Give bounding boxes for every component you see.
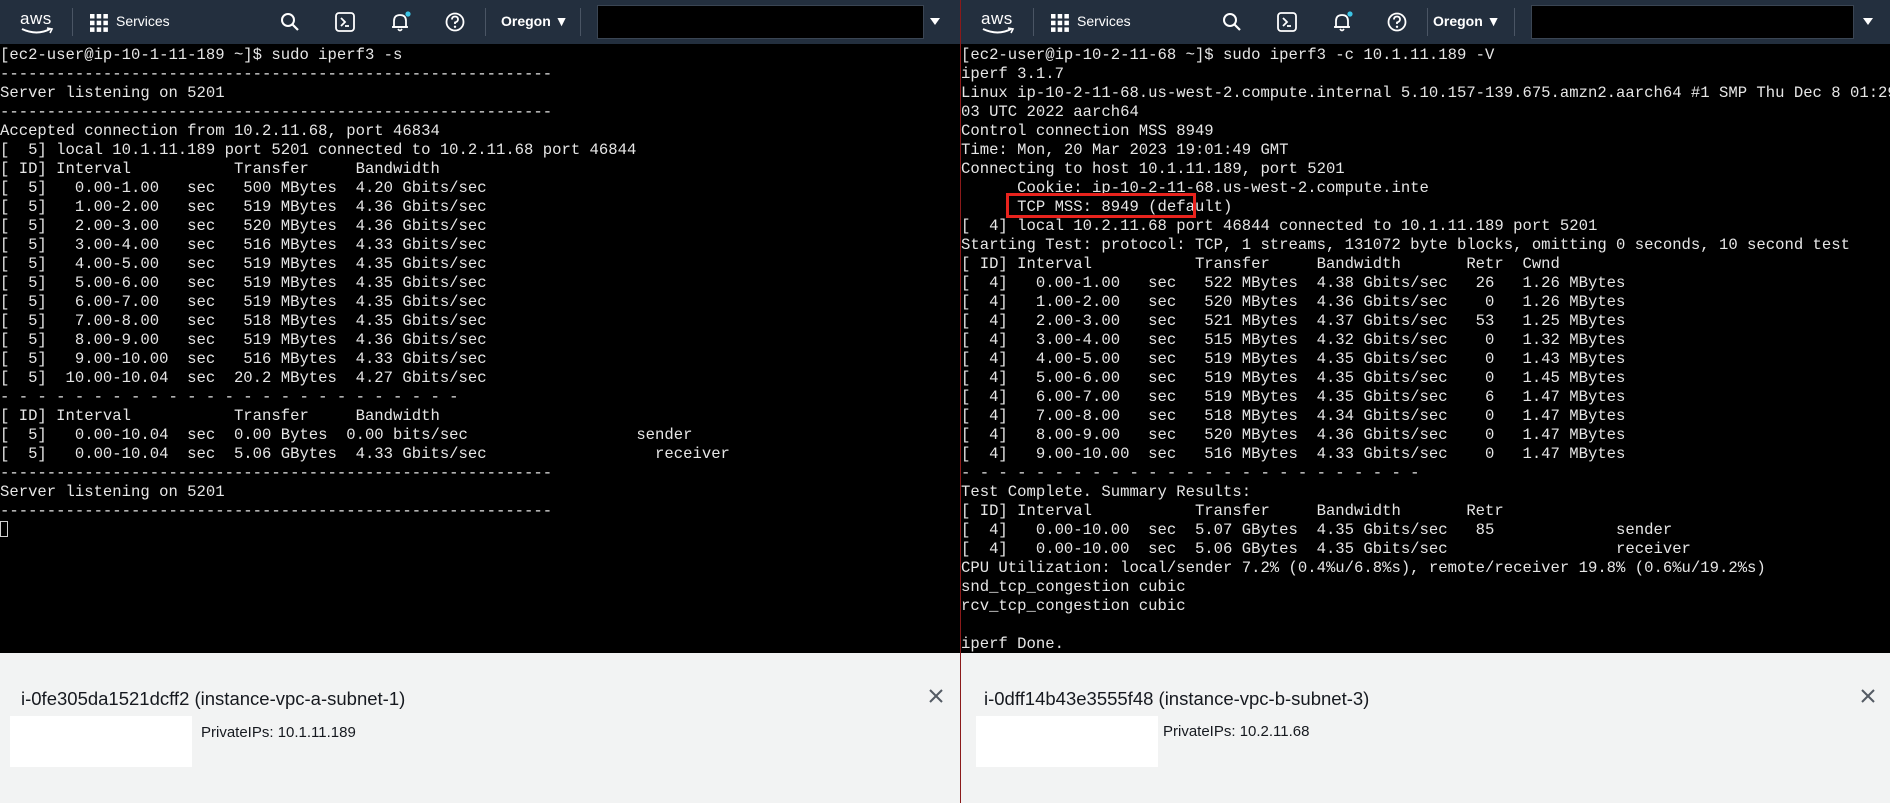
header-separator: [1427, 8, 1428, 36]
help-icon[interactable]: [1386, 11, 1408, 33]
header-separator: [1514, 8, 1515, 36]
header-separator: [1033, 8, 1034, 36]
aws-smile-icon: [21, 27, 54, 34]
terminal-output: [ec2-user@ip-10-2-11-68 ~]$ sudo iperf3 …: [961, 46, 1890, 653]
account-menu-box[interactable]: [1531, 5, 1854, 39]
cloudshell-icon[interactable]: [334, 11, 356, 33]
caret-down-icon[interactable]: [928, 14, 942, 28]
terminal-screen[interactable]: [ec2-user@ip-10-1-11-189 ~]$ sudo iperf3…: [0, 44, 961, 653]
instance-info-panel: i-0dff14b43e3555f48 (instance-vpc-b-subn…: [961, 653, 1890, 803]
instance-info-panel: i-0fe305da1521dcff2 (instance-vpc-a-subn…: [0, 653, 961, 803]
right-console-pane: aws Services Oregon ▼ [ec2-user@ip-10-2-…: [961, 0, 1890, 803]
aws-logo[interactable]: aws: [18, 8, 58, 36]
instance-title: i-0dff14b43e3555f48 (instance-vpc-b-subn…: [984, 688, 1370, 709]
close-icon[interactable]: [925, 685, 947, 707]
region-selector[interactable]: Oregon ▼: [1433, 13, 1501, 29]
private-ips-label: PrivateIPs: 10.2.11.68: [1163, 723, 1310, 740]
header-separator: [485, 8, 486, 36]
tcp-mss-highlight-box: [1006, 193, 1196, 218]
bell-icon[interactable]: [1331, 11, 1353, 33]
services-menu-button[interactable]: Services: [1077, 13, 1131, 29]
cloudshell-icon[interactable]: [1276, 11, 1298, 33]
bell-icon[interactable]: [389, 11, 411, 33]
search-icon[interactable]: [1221, 11, 1243, 33]
aws-smile-icon: [982, 27, 1015, 34]
redacted-area: [10, 716, 192, 767]
left-console-pane: aws Services Oregon ▼ [ec2-user@ip-10-1-…: [0, 0, 961, 803]
header-separator: [580, 8, 581, 36]
terminal-output: [ec2-user@ip-10-1-11-189 ~]$ sudo iperf3…: [0, 46, 730, 520]
help-icon[interactable]: [444, 11, 466, 33]
account-menu-box[interactable]: [597, 5, 924, 39]
caret-down-icon: ▼: [554, 13, 569, 29]
search-icon[interactable]: [279, 11, 301, 33]
redacted-area: [976, 716, 1158, 767]
grid-icon[interactable]: [90, 14, 108, 32]
caret-down-icon[interactable]: [1861, 14, 1875, 28]
terminal-cursor: [0, 521, 8, 537]
close-icon[interactable]: [1857, 685, 1879, 707]
header-separator: [72, 8, 73, 36]
aws-logo[interactable]: aws: [979, 8, 1019, 36]
grid-icon[interactable]: [1051, 14, 1069, 32]
caret-down-icon: ▼: [1486, 13, 1501, 29]
services-menu-button[interactable]: Services: [116, 13, 170, 29]
terminal-screen[interactable]: [ec2-user@ip-10-2-11-68 ~]$ sudo iperf3 …: [961, 44, 1890, 653]
aws-console-header: aws Services Oregon ▼: [961, 0, 1890, 44]
aws-console-header: aws Services Oregon ▼: [0, 0, 961, 44]
instance-title: i-0fe305da1521dcff2 (instance-vpc-a-subn…: [21, 688, 406, 709]
region-selector[interactable]: Oregon ▼: [501, 13, 569, 29]
private-ips-label: PrivateIPs: 10.1.11.189: [201, 724, 356, 741]
